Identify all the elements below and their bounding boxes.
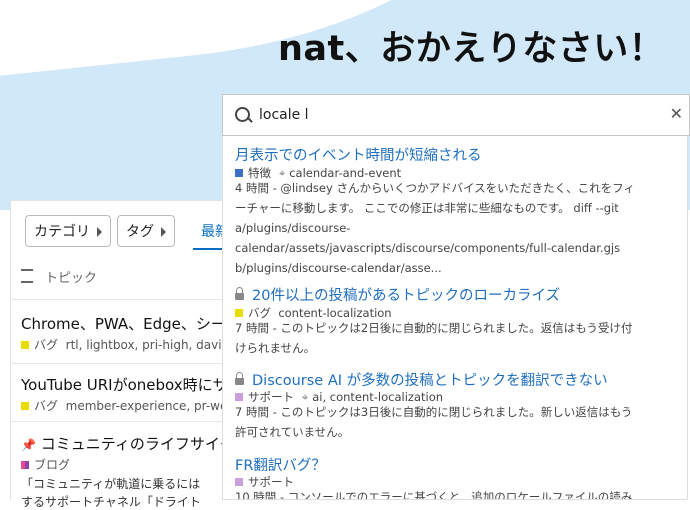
topic-title[interactable]: 📌 コミュニティのライフサイク bbox=[21, 433, 235, 454]
topic-excerpt: するサポートチャネル「ドライト bbox=[21, 495, 201, 509]
lock-icon bbox=[235, 372, 244, 385]
search-box[interactable]: ✕ bbox=[222, 94, 690, 136]
divider bbox=[11, 299, 251, 300]
search-input[interactable] bbox=[259, 105, 639, 125]
divider bbox=[11, 363, 251, 364]
search-result-title[interactable]: Discourse AI が多数の投稿とトピックを翻訳できない bbox=[235, 369, 608, 390]
search-result-title[interactable]: FR翻訳バグ？ bbox=[235, 454, 326, 475]
category-badge-icon bbox=[235, 478, 243, 486]
caret-right-icon bbox=[161, 227, 166, 237]
search-result-title-text: 20件以上の投稿があるトピックのローカライズ bbox=[252, 288, 561, 304]
category-dropdown[interactable]: カテゴリ bbox=[25, 215, 111, 247]
tag-dropdown[interactable]: タグ bbox=[117, 215, 175, 247]
topic-title[interactable]: YouTube URIがonebox時にサ bbox=[21, 374, 228, 395]
search-result-blurb: 7 時間 - このトピックは3日後に自動的に閉じられました。新しい返信はもう許可… bbox=[235, 405, 633, 439]
topic-excerpt: 「コミュニティが軌道に乗るには bbox=[21, 477, 201, 491]
welcome-heading: nat、おかえりなさい！ bbox=[278, 29, 665, 69]
topic-category[interactable]: ブログ bbox=[34, 458, 70, 472]
bulk-select-icon[interactable] bbox=[21, 269, 33, 283]
topic-title-text: コミュニティのライフサイク bbox=[40, 435, 235, 453]
search-result-title[interactable]: 月表示でのイベント時間が短縮される bbox=[235, 144, 482, 165]
tag-dropdown-label: タグ bbox=[126, 224, 154, 240]
topic-list-panel: カテゴリ タグ 最新 トピック Chrome、PWA、Edge、シー バグ rt… bbox=[10, 200, 253, 509]
pin-icon: 📌 bbox=[21, 438, 36, 452]
search-result-title-text: Discourse AI が多数の投稿とトピックを翻訳できない bbox=[252, 373, 608, 389]
category-badge-icon bbox=[235, 393, 243, 401]
caret-right-icon bbox=[97, 227, 102, 237]
lock-icon bbox=[235, 287, 244, 300]
search-result-blurb: 7 時間 - このトピックは2日後に自動的に閉じられました。返信はもう受け付けら… bbox=[235, 321, 633, 355]
topic-tags[interactable]: rtl, lightbox, pri-high, david bbox=[66, 338, 230, 352]
category-badge-icon bbox=[235, 309, 243, 317]
category-badge-icon bbox=[235, 169, 243, 177]
divider bbox=[11, 421, 251, 422]
category-badge-icon bbox=[21, 341, 29, 349]
search-result-blurb: 10 時間 - コンソールでのエラーに基づくと、追加のロケールファイルの読み bbox=[235, 490, 633, 500]
topic-tags[interactable]: member-experience, pr-welc bbox=[66, 399, 238, 413]
search-icon bbox=[235, 107, 250, 122]
topic-column-label: トピック bbox=[45, 271, 98, 286]
topic-column-header[interactable]: トピック bbox=[21, 267, 97, 286]
search-results-dropdown: 月表示でのイベント時間が短縮される 特徴 ⌖ calendar-and-event … bbox=[222, 136, 688, 500]
search-result-blurb: 4 時間 - @lindsey さんからいくつかアドバイスをいただきたく、これを… bbox=[235, 181, 635, 275]
topic-category[interactable]: バグ bbox=[34, 399, 58, 413]
category-badge-icon bbox=[21, 402, 29, 410]
topic-meta: ブログ bbox=[21, 456, 70, 473]
category-dropdown-label: カテゴリ bbox=[34, 224, 90, 240]
category-badge-icon bbox=[21, 461, 29, 469]
search-result-title[interactable]: 20件以上の投稿があるトピックのローカライズ bbox=[235, 284, 560, 305]
topic-title[interactable]: Chrome、PWA、Edge、シー bbox=[21, 313, 226, 334]
topic-meta: バグ member-experience, pr-welc bbox=[21, 397, 237, 414]
topic-category[interactable]: バグ bbox=[34, 338, 58, 352]
topic-meta: バグ rtl, lightbox, pri-high, david bbox=[21, 336, 229, 353]
close-icon[interactable]: ✕ bbox=[670, 104, 683, 123]
